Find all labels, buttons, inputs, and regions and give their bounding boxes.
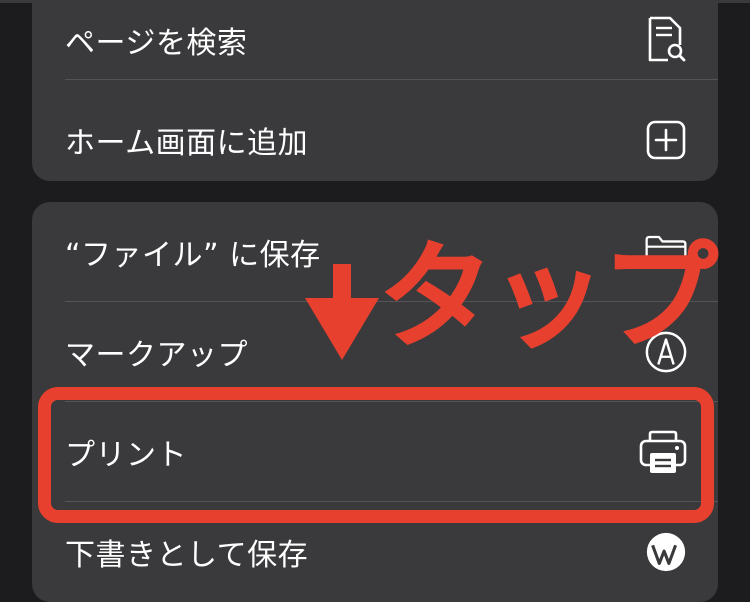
wordpress-icon — [644, 530, 688, 574]
add-square-icon — [644, 118, 688, 162]
menu-item-label: 下書きとして保存 — [65, 538, 309, 573]
menu-item-label: ページを検索 — [65, 26, 248, 61]
menu-item-label: マークアップ — [65, 338, 248, 373]
menu-item-find-on-page[interactable]: ページを検索 — [32, 0, 718, 80]
menu-group-1: ページを検索 ホーム画面に追加 — [32, 0, 718, 181]
menu-item-label: “ファイル” に保存 — [65, 238, 321, 273]
tap-annotation: タップ — [378, 230, 719, 365]
find-on-page-icon — [644, 16, 688, 62]
down-arrow-icon — [303, 264, 381, 366]
print-highlight-frame — [38, 387, 714, 523]
menu-item-label: ホーム画面に追加 — [65, 126, 309, 161]
menu-item-add-to-home[interactable]: ホーム画面に追加 — [32, 80, 718, 180]
